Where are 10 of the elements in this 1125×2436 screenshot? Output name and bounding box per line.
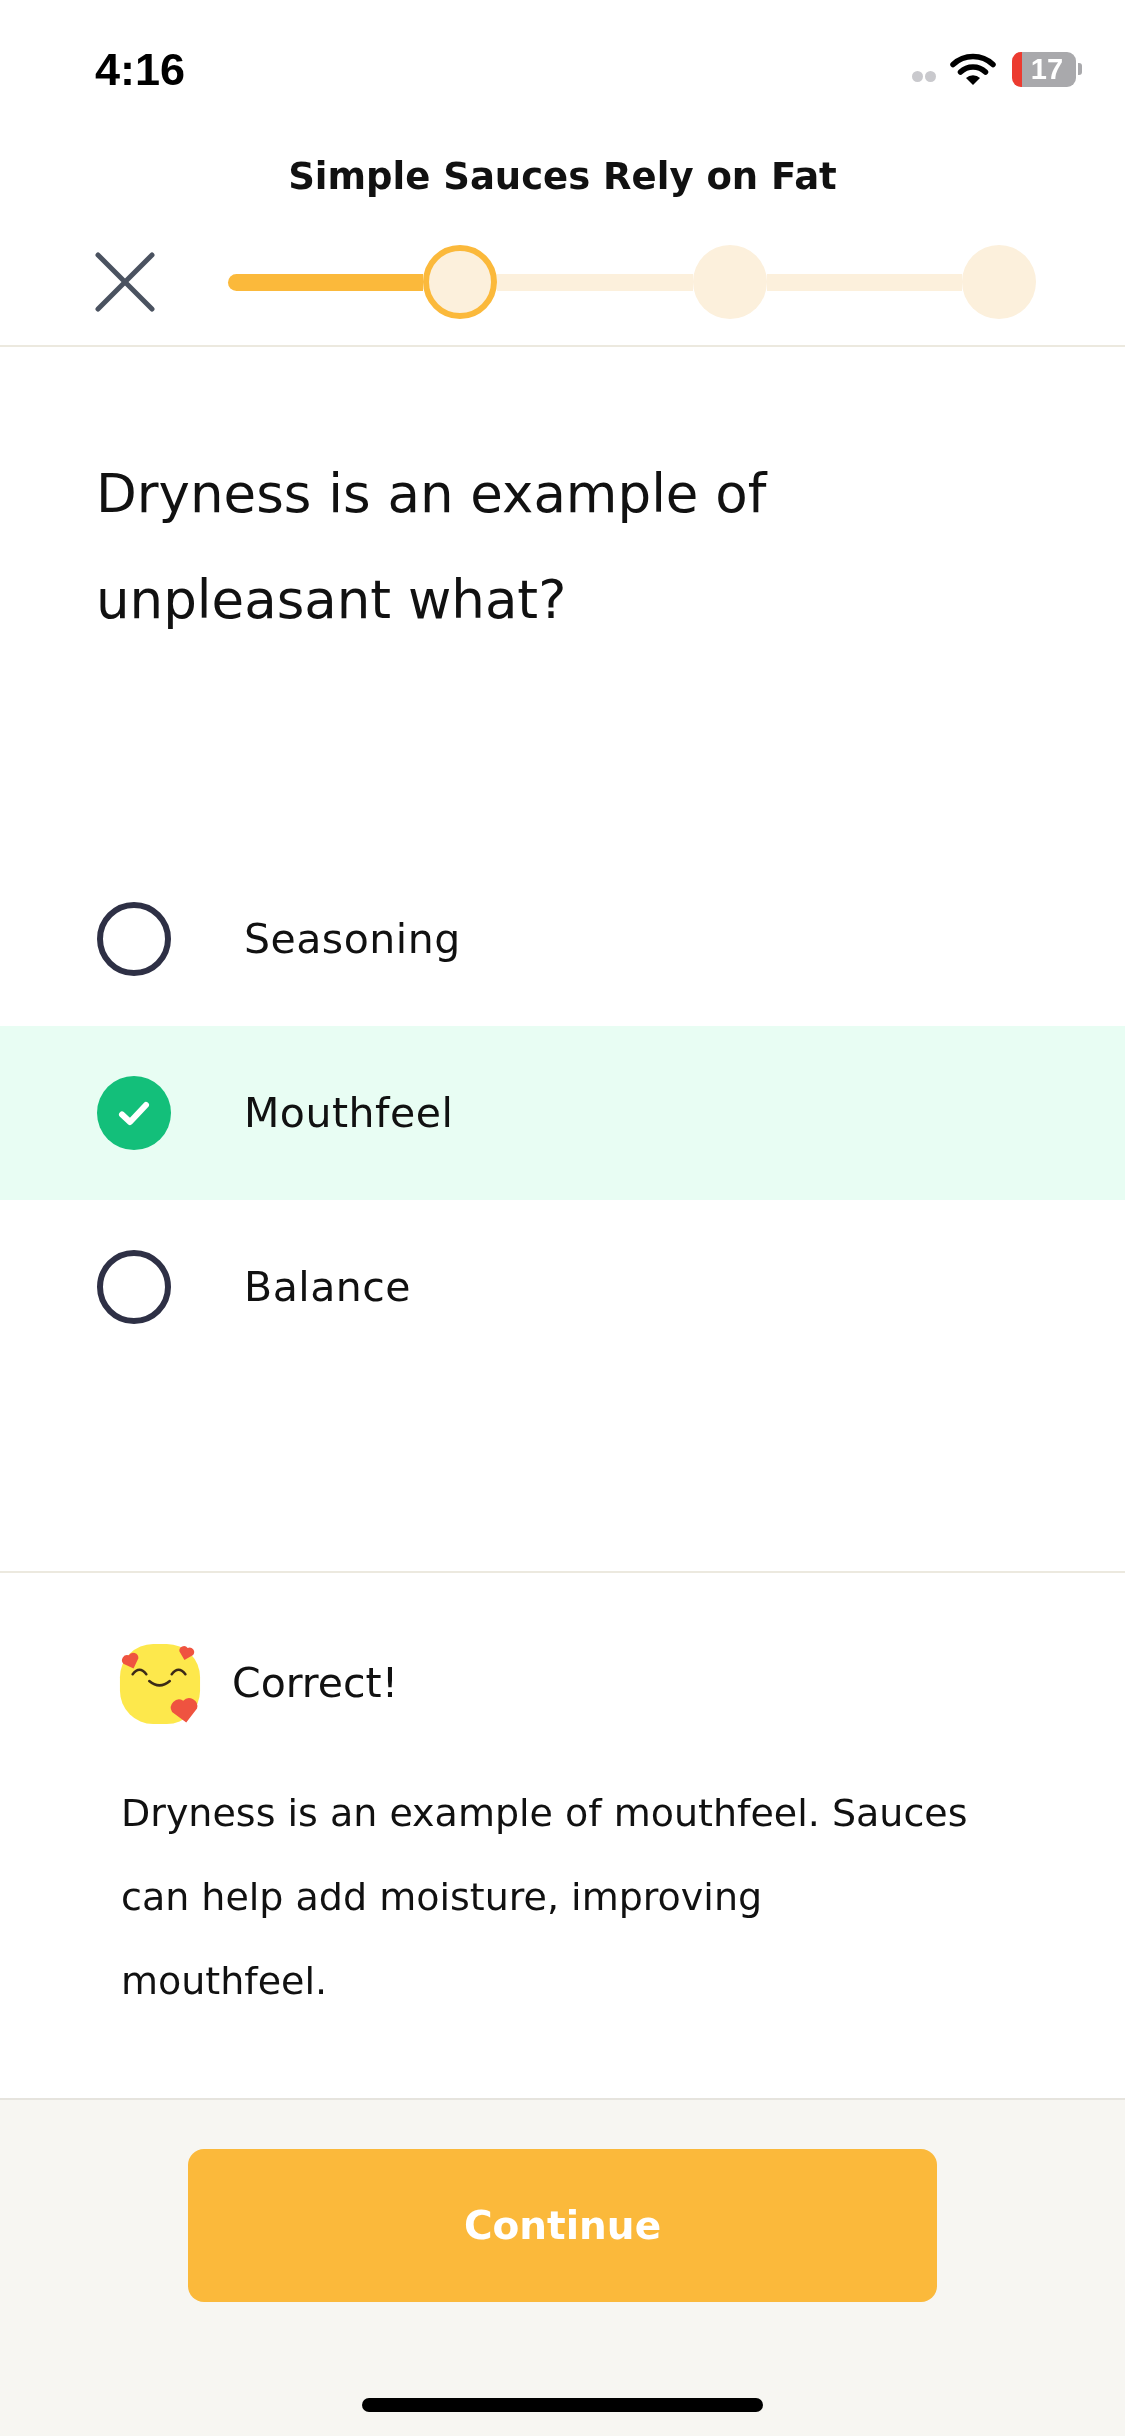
status-time: 4:16 [95,46,186,92]
battery-indicator: 17 [1012,51,1082,87]
lesson-title: Simple Sauces Rely on Fat [287,154,838,200]
feedback-title: Correct! [232,1659,399,1707]
signal-icon [912,70,936,82]
question-text: Dryness is an example of unpleasant what? [95,462,769,632]
wifi-icon [950,52,996,86]
close-icon[interactable] [95,252,155,312]
answer-option[interactable]: Mouthfeel [0,1026,1125,1200]
feedback-text: Dryness is an example of mouthfeel. Sauces can help add moisture, improving mouthfeel. [121,1790,969,2005]
